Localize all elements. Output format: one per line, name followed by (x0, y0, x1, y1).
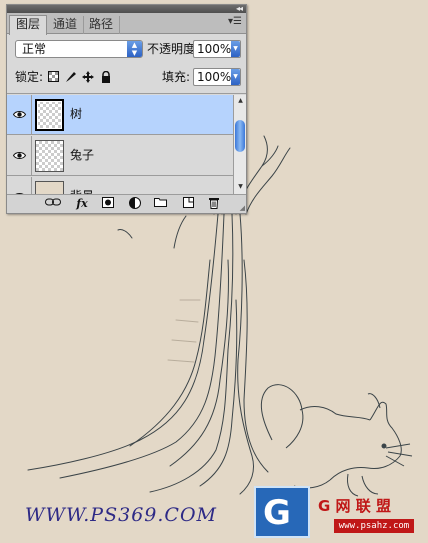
lock-transparent-icon[interactable] (47, 70, 60, 83)
scrollbar-thumb[interactable] (235, 120, 245, 152)
visibility-toggle[interactable] (7, 95, 32, 135)
delete-layer-icon[interactable] (207, 197, 221, 211)
logo-url-text: www.psahz.com (334, 519, 414, 533)
blend-mode-stepper-icon[interactable]: ▲ ▼ (127, 41, 142, 57)
scroll-up-icon[interactable]: ▲ (234, 95, 247, 107)
panel-bottom-toolbar: fx ◢ (7, 194, 246, 213)
new-group-icon[interactable] (153, 197, 167, 211)
blend-mode-select[interactable]: 正常 ▲ ▼ (15, 40, 143, 58)
link-layers-icon[interactable] (45, 197, 61, 211)
fill-dropdown-icon[interactable]: ▼ (231, 69, 240, 85)
fx-icon[interactable]: fx (71, 197, 93, 211)
fill-value: 100% (197, 70, 232, 84)
lock-label: 锁定: (15, 70, 44, 84)
layers-panel: ◂◂ 图层 通道 路径 ▾☰ 正常 ▲ ▼ 不透明度: 100% ▼ 锁定: 填充… (6, 4, 247, 214)
panel-menu-icon[interactable]: ▾☰ (228, 16, 242, 27)
opacity-value: 100% (197, 42, 232, 56)
divider (7, 93, 246, 94)
layer-row-background[interactable]: 背景 (7, 177, 233, 194)
site-logo: G (254, 486, 310, 538)
lock-image-pixels-icon[interactable] (64, 70, 77, 83)
tab-channels[interactable]: 通道 (47, 16, 85, 34)
visibility-toggle[interactable] (7, 177, 32, 194)
fill-field[interactable]: 100% ▼ (193, 68, 241, 86)
new-layer-icon[interactable] (181, 197, 195, 211)
layer-thumbnail (35, 99, 64, 131)
panel-tabs: 图层 通道 路径 ▾☰ (7, 13, 246, 35)
eye-icon (13, 111, 26, 118)
lock-all-icon[interactable] (99, 70, 112, 83)
scroll-down-icon[interactable]: ▼ (234, 181, 247, 193)
layer-name[interactable]: 树 (70, 106, 82, 122)
layer-thumbnail (35, 140, 64, 172)
logo-cn-text: G 网 联 盟 (318, 497, 391, 515)
layer-row-tree[interactable]: 树 (7, 95, 233, 135)
visibility-toggle[interactable] (7, 136, 32, 176)
layer-row-rabbit[interactable]: 兔子 (7, 136, 233, 176)
opacity-dropdown-icon[interactable]: ▼ (231, 41, 240, 57)
watermark-text: WWW.PS369.COM (25, 504, 217, 526)
panel-titlebar[interactable]: ◂◂ (7, 4, 246, 13)
layer-thumbnail (35, 181, 64, 194)
opacity-field[interactable]: 100% ▼ (193, 40, 241, 58)
lock-position-icon[interactable] (81, 70, 94, 83)
add-mask-icon[interactable] (101, 197, 115, 211)
layers-list: 树 兔子 背景 (7, 95, 233, 194)
adjustment-layer-icon[interactable] (127, 197, 143, 211)
opacity-label: 不透明度: (147, 42, 200, 56)
fill-label: 填充: (162, 70, 191, 84)
resize-grip-icon[interactable]: ◢ (240, 205, 245, 212)
layers-scrollbar[interactable]: ▲ ▼ (233, 95, 246, 194)
tab-layers[interactable]: 图层 (9, 15, 48, 35)
eye-icon (13, 152, 26, 159)
logo-letter: G (263, 493, 291, 533)
layer-name[interactable]: 兔子 (70, 147, 94, 163)
blend-mode-value: 正常 (22, 42, 47, 56)
tab-paths[interactable]: 路径 (83, 16, 121, 34)
